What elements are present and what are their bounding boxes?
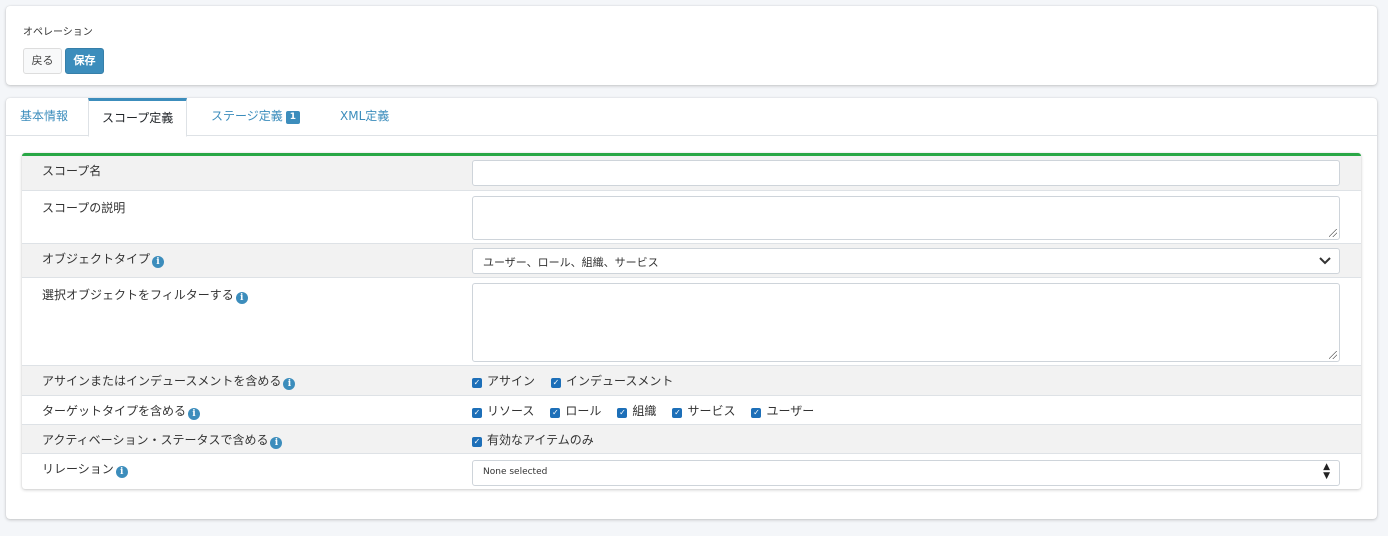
relation-value: None selected (483, 467, 548, 477)
activation-row: アクティベーション・ステータスで含める i ✓ 有効なアイテムのみ (22, 425, 1361, 454)
object-type-select[interactable]: ユーザー、ロール、組織、サービス (472, 248, 1340, 274)
filter-row: 選択オブジェクトをフィルターする i (22, 278, 1361, 366)
checkbox-label: 組織 (632, 404, 657, 418)
info-icon[interactable]: i (152, 256, 165, 268)
check-icon: ✓ (472, 378, 482, 388)
tab-stage-definition[interactable]: ステージ定義 1 (211, 98, 301, 136)
tab-xml-definition[interactable]: XML定義 (340, 98, 389, 136)
check-icon: ✓ (550, 408, 561, 418)
checkbox-label: ユーザー (766, 404, 815, 418)
scope-desc-label: スコープの説明 (42, 201, 126, 215)
sort-updown-icon: ▲ ▼ (1323, 462, 1330, 481)
filter-label: 選択オブジェクトをフィルターする (42, 288, 234, 302)
check-icon: ✓ (551, 378, 562, 388)
target-type-label-wrap: ターゲットタイプを含める i (42, 402, 201, 420)
tab-bar: 基本情報 スコープ定義 ステージ定義 1 XML定義 (6, 98, 1377, 137)
tab-scope-definition[interactable]: スコープ定義 (88, 98, 188, 137)
tab-label: ステージ定義 (211, 109, 283, 123)
assign-checkbox[interactable]: ✓ アサイン (472, 372, 535, 389)
inducement-checkbox[interactable]: ✓ インデュースメント (551, 372, 673, 389)
check-icon: ✓ (751, 408, 762, 418)
checkbox-label: リソース (487, 404, 535, 418)
scope-desc-textarea[interactable] (472, 196, 1340, 240)
check-icon: ✓ (472, 408, 482, 418)
scope-form: スコープ名 スコープの説明 オブジェクトタイプ i ユーザー、ロール、組織、サービ… (22, 153, 1361, 489)
assign-label-wrap: アサインまたはインデュースメントを含める i (42, 372, 296, 390)
object-type-value: ユーザー、ロール、組織、サービス (483, 256, 659, 269)
activation-label-wrap: アクティベーション・ステータスで含める i (42, 431, 283, 449)
tab-label: 基本情報 (20, 109, 69, 123)
checkbox-label: サービス (687, 404, 736, 418)
checkbox-label: ロール (565, 404, 602, 418)
relation-label: リレーション (42, 462, 114, 476)
info-icon[interactable]: i (115, 466, 128, 478)
resource-checkbox[interactable]: ✓ リソース (472, 402, 534, 419)
info-icon[interactable]: i (235, 292, 248, 304)
user-checkbox[interactable]: ✓ ユーザー (751, 402, 814, 419)
info-icon[interactable]: i (188, 408, 201, 420)
checkbox-label: インデュースメント (566, 374, 674, 388)
relation-multiselect[interactable]: None selected ▲ ▼ (472, 460, 1340, 486)
operations-title: オペレーション (23, 27, 93, 38)
activation-options: ✓ 有効なアイテムのみ (472, 431, 610, 448)
scope-name-label: スコープ名 (42, 164, 102, 178)
scope-desc-row: スコープの説明 (22, 191, 1361, 244)
activation-label: アクティベーション・ステータスで含める (42, 433, 269, 447)
resize-grip-icon[interactable] (1329, 229, 1337, 237)
info-icon[interactable]: i (283, 378, 296, 390)
stage-count-badge: 1 (285, 111, 301, 124)
tab-label: XML定義 (340, 109, 390, 123)
target-type-row: ターゲットタイプを含める i ✓ リソース ✓ ロール ✓ 組織 ✓ サービス ✓ ユーザー (22, 396, 1361, 425)
target-type-label: ターゲットタイプを含める (42, 404, 187, 418)
tab-label: スコープ定義 (102, 111, 174, 125)
back-button[interactable]: 戻る (23, 48, 62, 74)
org-checkbox[interactable]: ✓ 組織 (617, 402, 656, 419)
definition-panel: 基本情報 スコープ定義 ステージ定義 1 XML定義 スコープ名 スコープの説明 … (6, 98, 1377, 519)
assign-label: アサインまたはインデュースメントを含める (42, 374, 282, 388)
relation-label-wrap: リレーション i (42, 460, 128, 478)
tab-basic-info[interactable]: 基本情報 (20, 98, 68, 136)
operations-panel: オペレーション 戻る 保存 (6, 6, 1377, 85)
object-type-label-wrap: オブジェクトタイプ i (42, 250, 165, 268)
scope-name-input[interactable] (472, 160, 1340, 186)
enabled-only-checkbox[interactable]: ✓ 有効なアイテムのみ (472, 431, 594, 448)
check-icon: ✓ (672, 408, 683, 418)
object-type-label: オブジェクトタイプ (42, 252, 151, 266)
assign-row: アサインまたはインデュースメントを含める i ✓ アサイン ✓ インデュースメント (22, 366, 1361, 396)
save-button[interactable]: 保存 (65, 48, 104, 74)
check-icon: ✓ (617, 408, 628, 418)
check-icon: ✓ (472, 437, 482, 447)
service-checkbox[interactable]: ✓ サービス (672, 402, 735, 419)
chevron-down-icon (1319, 255, 1331, 269)
info-icon[interactable]: i (270, 437, 283, 449)
filter-label-wrap: 選択オブジェクトをフィルターする i (42, 286, 248, 304)
scope-name-row: スコープ名 (22, 156, 1361, 191)
target-type-options: ✓ リソース ✓ ロール ✓ 組織 ✓ サービス ✓ ユーザー (472, 402, 830, 419)
filter-textarea[interactable] (472, 283, 1340, 362)
relation-row: リレーション i None selected ▲ ▼ (22, 454, 1361, 489)
resize-grip-icon[interactable] (1329, 351, 1337, 359)
role-checkbox[interactable]: ✓ ロール (550, 402, 601, 419)
checkbox-label: 有効なアイテムのみ (487, 433, 594, 447)
object-type-row: オブジェクトタイプ i ユーザー、ロール、組織、サービス (22, 244, 1361, 278)
assign-options: ✓ アサイン ✓ インデュースメント (472, 372, 689, 389)
checkbox-label: アサイン (487, 374, 536, 388)
